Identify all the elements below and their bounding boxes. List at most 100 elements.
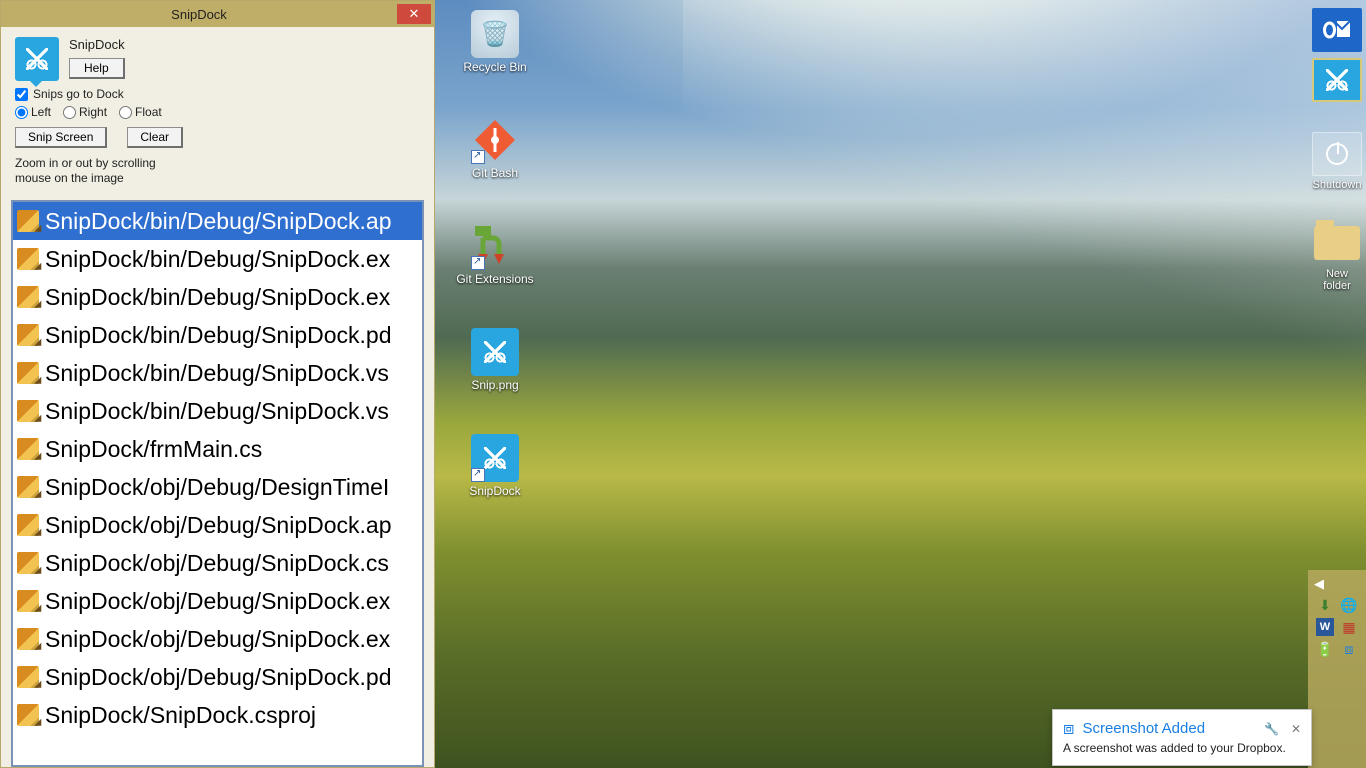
tray-row: 🔋 ⧈ bbox=[1316, 640, 1358, 658]
snip-list-row-text: SnipDock/obj/Debug/DesignTimeI bbox=[45, 474, 389, 501]
dock-tile-shutdown[interactable] bbox=[1312, 132, 1362, 176]
snip-list-panel[interactable]: SnipDock/bin/Debug/SnipDock.ap SnipDock/b… bbox=[11, 200, 424, 767]
desktop-icon-label: Git Bash bbox=[472, 166, 518, 180]
snip-list-row-text: SnipDock/obj/Debug/SnipDock.ap bbox=[45, 512, 391, 539]
snip-list-row[interactable]: SnipDock/obj/Debug/SnipDock.ex bbox=[13, 582, 422, 620]
tray-row: ⬇ 🌐 bbox=[1316, 596, 1358, 614]
desktop-icon-snipdock[interactable]: SnipDock bbox=[455, 434, 535, 498]
radio-float[interactable]: Float bbox=[119, 105, 162, 119]
zoom-hint-text: Zoom in or out by scrolling mouse on the… bbox=[15, 156, 175, 186]
pencil-icon bbox=[17, 590, 39, 612]
pencil-icon bbox=[17, 514, 39, 536]
dock-tile-label: New folder bbox=[1312, 268, 1362, 292]
desktop-icon-label: Git Extensions bbox=[456, 272, 533, 286]
app-body: SnipDock Help Snips go to Dock Left Righ… bbox=[1, 27, 434, 200]
pencil-icon bbox=[17, 666, 39, 688]
snip-list-row-text: SnipDock/obj/Debug/SnipDock.ex bbox=[45, 588, 390, 615]
snip-list-row[interactable]: SnipDock/bin/Debug/SnipDock.ap bbox=[13, 202, 422, 240]
desktop-icon-label: Recycle Bin bbox=[463, 60, 526, 74]
shortcut-badge-icon bbox=[471, 468, 485, 482]
dock-tile-outlook[interactable] bbox=[1312, 8, 1362, 52]
pencil-icon bbox=[17, 704, 39, 726]
dock-tile-label: Shutdown bbox=[1312, 179, 1362, 191]
tray-network-icon[interactable]: 🌐 bbox=[1340, 596, 1358, 614]
snip-list-row-text: SnipDock/frmMain.cs bbox=[45, 436, 262, 463]
dock-tile-new-folder[interactable] bbox=[1312, 221, 1362, 265]
close-button[interactable]: ✕ bbox=[397, 4, 431, 24]
shortcut-badge-icon bbox=[471, 256, 485, 270]
pencil-icon bbox=[17, 362, 39, 384]
titlebar[interactable]: SnipDock ✕ bbox=[1, 1, 434, 27]
toast-settings-icon[interactable]: 🔧 bbox=[1264, 722, 1279, 736]
snip-list-row[interactable]: SnipDock/obj/Debug/DesignTimeI bbox=[13, 468, 422, 506]
snip-list-row-text: SnipDock/bin/Debug/SnipDock.vs bbox=[45, 398, 389, 425]
toast-close-icon[interactable]: ✕ bbox=[1291, 722, 1301, 736]
shutdown-icon bbox=[1326, 143, 1348, 165]
desktop-icon-recycle-bin[interactable]: 🗑️ Recycle Bin bbox=[455, 10, 535, 74]
snip-list-row[interactable]: SnipDock/bin/Debug/SnipDock.ex bbox=[13, 278, 422, 316]
clear-button[interactable]: Clear bbox=[127, 127, 183, 148]
snip-list-row-text: SnipDock/bin/Debug/SnipDock.ap bbox=[45, 208, 391, 235]
snipdock-app-icon bbox=[471, 434, 519, 482]
git-bash-icon bbox=[471, 116, 519, 164]
snip-list-row-text: SnipDock/obj/Debug/SnipDock.pd bbox=[45, 664, 391, 691]
snip-image-icon bbox=[471, 328, 519, 376]
snip-list-row[interactable]: SnipDock/obj/Debug/SnipDock.cs bbox=[13, 544, 422, 582]
pencil-icon bbox=[17, 210, 39, 232]
radio-left[interactable]: Left bbox=[15, 105, 51, 119]
right-dock: Shutdown New folder bbox=[1308, 0, 1366, 308]
pencil-icon bbox=[17, 476, 39, 498]
toast-body: A screenshot was added to your Dropbox. bbox=[1063, 741, 1301, 755]
tray-battery-icon[interactable]: 🔋 bbox=[1316, 640, 1334, 658]
snip-list-row-text: SnipDock/obj/Debug/SnipDock.ex bbox=[45, 626, 390, 653]
desktop-icon-snip-png[interactable]: Snip.png bbox=[455, 328, 535, 392]
desktop-icon-git-extensions[interactable]: Git Extensions bbox=[455, 222, 535, 286]
radio-right[interactable]: Right bbox=[63, 105, 107, 119]
folder-icon bbox=[1314, 226, 1360, 260]
dropbox-toast: ⧈ Screenshot Added 🔧 ✕ A screenshot was … bbox=[1052, 709, 1312, 766]
snip-list-row-text: SnipDock/bin/Debug/SnipDock.ex bbox=[45, 246, 390, 273]
snip-list-row[interactable]: SnipDock/SnipDock.csproj bbox=[13, 696, 422, 734]
wallpaper-light bbox=[683, 0, 1366, 420]
recycle-bin-icon: 🗑️ bbox=[471, 10, 519, 58]
window-title: SnipDock bbox=[1, 7, 397, 22]
snip-list-row[interactable]: SnipDock/frmMain.cs bbox=[13, 430, 422, 468]
tray-overflow-arrow-icon[interactable]: ◀ bbox=[1314, 576, 1324, 592]
dock-checkbox[interactable] bbox=[15, 88, 28, 101]
app-name-label: SnipDock bbox=[69, 37, 125, 52]
pencil-icon bbox=[17, 286, 39, 308]
snip-list-row-text: SnipDock/bin/Debug/SnipDock.ex bbox=[45, 284, 390, 311]
taskbar: ◀ ⬇ 🌐 W ▦ 🔋 ⧈ bbox=[1308, 570, 1366, 768]
snip-list-row[interactable]: SnipDock/bin/Debug/SnipDock.vs bbox=[13, 392, 422, 430]
snip-list-row[interactable]: SnipDock/obj/Debug/SnipDock.ap bbox=[13, 506, 422, 544]
pencil-icon bbox=[17, 324, 39, 346]
snip-list-row[interactable]: SnipDock/bin/Debug/SnipDock.pd bbox=[13, 316, 422, 354]
desktop-icons-column: 🗑️ Recycle Bin Git Bash Git Extensions S… bbox=[455, 10, 535, 498]
snip-list-row[interactable]: SnipDock/obj/Debug/SnipDock.ex bbox=[13, 620, 422, 658]
pencil-icon bbox=[17, 400, 39, 422]
snipdock-window: SnipDock ✕ SnipDock Help Snips go to Doc… bbox=[0, 0, 435, 768]
position-radio-group: Left Right Float bbox=[15, 105, 420, 119]
help-button[interactable]: Help bbox=[69, 58, 125, 79]
dock-checkbox-row[interactable]: Snips go to Dock bbox=[15, 87, 420, 101]
pencil-icon bbox=[17, 628, 39, 650]
tray-app-icon[interactable]: ▦ bbox=[1340, 618, 1358, 636]
tray-idm-icon[interactable]: ⬇ bbox=[1316, 596, 1334, 614]
close-icon: ✕ bbox=[409, 6, 420, 22]
desktop-icon-label: Snip.png bbox=[471, 378, 518, 392]
snip-list-row-text: SnipDock/obj/Debug/SnipDock.cs bbox=[45, 550, 389, 577]
git-extensions-icon bbox=[471, 222, 519, 270]
shortcut-badge-icon bbox=[471, 150, 485, 164]
desktop-icon-git-bash[interactable]: Git Bash bbox=[455, 116, 535, 180]
tray-word-icon[interactable]: W bbox=[1316, 618, 1334, 636]
dock-tile-snipdock[interactable] bbox=[1312, 58, 1362, 102]
pencil-icon bbox=[17, 552, 39, 574]
snip-list-row[interactable]: SnipDock/bin/Debug/SnipDock.ex bbox=[13, 240, 422, 278]
snip-screen-button[interactable]: Snip Screen bbox=[15, 127, 107, 148]
snip-list-row[interactable]: SnipDock/bin/Debug/SnipDock.vs bbox=[13, 354, 422, 392]
tray-dropbox-icon[interactable]: ⧈ bbox=[1340, 640, 1358, 658]
snip-list-row[interactable]: SnipDock/obj/Debug/SnipDock.pd bbox=[13, 658, 422, 696]
snip-list-row-text: SnipDock/bin/Debug/SnipDock.vs bbox=[45, 360, 389, 387]
pencil-icon bbox=[17, 438, 39, 460]
snip-list-row-text: SnipDock/bin/Debug/SnipDock.pd bbox=[45, 322, 391, 349]
